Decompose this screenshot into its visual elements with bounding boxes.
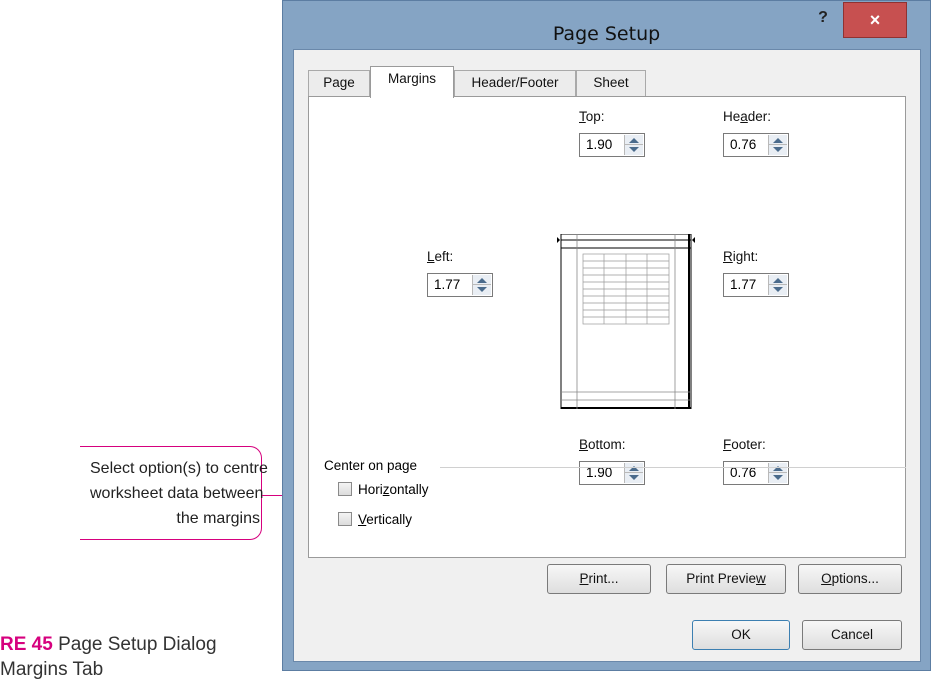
caption-line-1: Page Setup Dialog [52,634,217,655]
left-margin-spinner[interactable]: 1.77 [427,273,493,297]
ok-button[interactable]: OK [692,620,790,650]
spinner-arrows-icon[interactable] [624,463,643,483]
header-margin-spinner[interactable]: 0.76 [723,133,789,157]
spinner-arrows-icon[interactable] [768,135,787,155]
figure-number: RE 45 [0,634,53,655]
figure-caption: RE 45 Page Setup Dialog Margins Tab [0,632,260,682]
top-margin-value[interactable]: 1.90 [586,137,612,152]
left-margin-value[interactable]: 1.77 [434,277,460,292]
caption-line-2: Margins Tab [0,659,104,680]
bottom-margin-spinner[interactable]: 1.90 [579,461,645,485]
callout-line-2: worksheet data between [90,485,264,502]
callout-line-1: Select option(s) to centre [90,460,268,477]
right-margin-spinner[interactable]: 1.77 [723,273,789,297]
right-margin-value[interactable]: 1.77 [730,277,756,292]
checkbox-icon[interactable] [338,512,352,526]
cancel-button[interactable]: Cancel [802,620,902,650]
header-label: Header: [723,109,772,124]
left-label: Left: [427,249,454,264]
bottom-label: Bottom: [579,437,626,452]
checkbox-icon[interactable] [338,482,352,496]
callout-line-3: the margins [176,510,260,527]
help-button[interactable]: ? [807,6,839,32]
spinner-arrows-icon[interactable] [768,463,787,483]
horizontally-checkbox[interactable]: Horizontally [338,482,429,497]
callout-text: Select option(s) to centre worksheet dat… [90,456,268,531]
top-margin-spinner[interactable]: 1.90 [579,133,645,157]
page-setup-dialog: Page Setup ? × Page Margins Header/Foote… [282,0,931,671]
spinner-arrows-icon[interactable] [768,275,787,295]
dialog-client: Page Margins Header/Footer Sheet Top: 1.… [293,49,921,662]
top-label: Top: [579,109,605,124]
center-on-page-label: Center on page [324,458,418,473]
vertically-checkbox[interactable]: Vertically [338,512,412,527]
close-button[interactable]: × [843,2,907,38]
spinner-arrows-icon[interactable] [472,275,491,295]
right-label: Right: [723,249,759,264]
spinner-arrows-icon[interactable] [624,135,643,155]
footer-margin-spinner[interactable]: 0.76 [723,461,789,485]
print-preview-button[interactable]: Print Preview [666,564,786,594]
tab-margins[interactable]: Margins [370,66,454,98]
page-preview-icon [557,234,695,409]
options-button[interactable]: Options... [798,564,902,594]
group-divider [440,467,906,468]
tab-sheet[interactable]: Sheet [576,70,646,96]
footer-label: Footer: [723,437,766,452]
tab-page[interactable]: Page [308,70,370,96]
print-button[interactable]: Print... [547,564,651,594]
header-margin-value[interactable]: 0.76 [730,137,756,152]
tab-header-footer[interactable]: Header/Footer [454,70,576,96]
